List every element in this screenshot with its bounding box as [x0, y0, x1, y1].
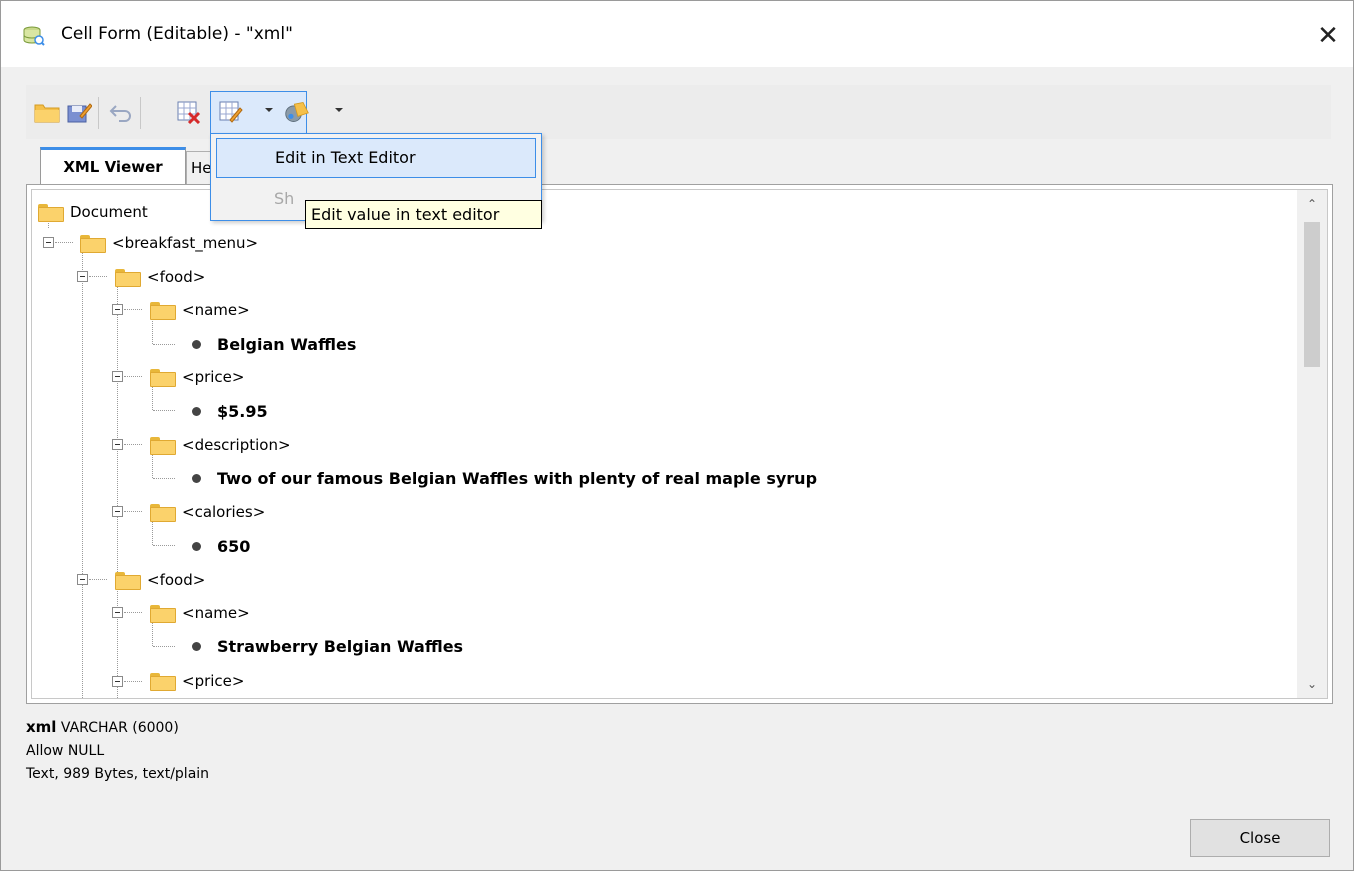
- tree-node-tag[interactable]: <price>: [150, 666, 244, 696]
- collapse-icon[interactable]: [77, 271, 88, 282]
- menu-item-edit-in-text-editor[interactable]: Edit in Text Editor: [216, 138, 536, 178]
- tree-node-tag[interactable]: <food>: [115, 262, 205, 292]
- clear-cell-icon[interactable]: [176, 99, 202, 125]
- tree-node-tag[interactable]: <description>: [150, 430, 291, 460]
- tree-node-label: <calories>: [182, 503, 266, 521]
- tree-node-value-label: Two of our famous Belgian Waffles with p…: [217, 468, 818, 488]
- xml-tree[interactable]: Document <breakfast_menu> <food> <name>: [31, 189, 1328, 699]
- folder-icon: [150, 369, 176, 387]
- window-title: Cell Form (Editable) - "xml": [61, 24, 293, 44]
- title-bar: Cell Form (Editable) - "xml" ✕: [1, 1, 1353, 67]
- scroll-up-icon[interactable]: ⌃: [1297, 190, 1327, 218]
- tree-node-value[interactable]: 650: [190, 531, 250, 561]
- save-icon[interactable]: [66, 99, 92, 125]
- text-node-icon: [192, 339, 201, 349]
- tab-xml-viewer[interactable]: XML Viewer: [40, 147, 186, 185]
- nullability-text: Allow NULL: [26, 743, 105, 759]
- tree-node-tag[interactable]: <calories>: [150, 497, 265, 527]
- folder-icon: [150, 504, 176, 522]
- tree-node-value-label: Belgian Waffles: [217, 334, 357, 354]
- tree-node-label: <price>: [182, 368, 245, 386]
- collapse-icon[interactable]: [112, 439, 123, 450]
- tree-node-label: Document: [70, 203, 148, 221]
- folder-icon: [80, 235, 106, 253]
- tree-node-label: <name>: [182, 604, 250, 622]
- tree-node-tag[interactable]: <name>: [150, 295, 250, 325]
- tree-node-tag[interactable]: <breakfast_menu>: [80, 228, 258, 258]
- toolbar-separator: [98, 97, 99, 129]
- column-info: xml VARCHAR (6000) Allow NULL Text, 989 …: [26, 716, 209, 786]
- tree-node-value[interactable]: Two of our famous Belgian Waffles with p…: [190, 463, 817, 493]
- image-dropdown-arrow-icon[interactable]: [335, 108, 343, 112]
- collapse-icon[interactable]: [77, 574, 88, 585]
- tree-node-value[interactable]: $5.95: [190, 396, 268, 426]
- text-node-icon: [192, 541, 201, 551]
- undo-icon[interactable]: [108, 99, 134, 125]
- edit-cell-icon[interactable]: [218, 99, 244, 125]
- content-info-text: Text, 989 Bytes, text/plain: [26, 766, 210, 782]
- folder-icon: [115, 572, 141, 590]
- database-cell-icon: [23, 26, 45, 46]
- vertical-scrollbar[interactable]: ⌃ ⌄: [1297, 190, 1327, 698]
- tree-node-label: <food>: [147, 268, 206, 286]
- tree-node-value[interactable]: Strawberry Belgian Waffles: [190, 631, 463, 661]
- collapse-icon[interactable]: [112, 676, 123, 687]
- window-close-icon[interactable]: ✕: [1303, 13, 1353, 59]
- text-node-icon: [192, 473, 201, 483]
- collapse-icon[interactable]: [112, 304, 123, 315]
- tree-node-label: <food>: [147, 571, 206, 589]
- scroll-down-icon[interactable]: ⌄: [1297, 670, 1327, 698]
- collapse-icon[interactable]: [112, 371, 123, 382]
- tree-node-value[interactable]: Belgian Waffles: [190, 329, 356, 359]
- load-image-icon[interactable]: [284, 99, 310, 125]
- tree-node-tag[interactable]: <price>: [150, 362, 244, 392]
- tree-node-label: <description>: [182, 436, 291, 454]
- tree-node-label: <breakfast_menu>: [112, 234, 259, 252]
- tree-node-label: <price>: [182, 672, 245, 690]
- close-button[interactable]: Close: [1190, 819, 1330, 857]
- xml-tree-panel: Document <breakfast_menu> <food> <name>: [26, 184, 1333, 704]
- edit-dropdown-arrow-icon[interactable]: [265, 108, 273, 112]
- toolbar: [26, 85, 1331, 139]
- scrollbar-thumb[interactable]: [1304, 222, 1320, 367]
- column-name: xml: [26, 718, 57, 736]
- cell-form-window: Cell Form (Editable) - "xml" ✕ XML Viewe…: [0, 0, 1354, 871]
- tree-node-value-label: 650: [217, 536, 251, 556]
- tooltip: Edit value in text editor: [305, 200, 542, 229]
- tree-node-value-label: Strawberry Belgian Waffles: [217, 636, 464, 656]
- tree-node-label: <name>: [182, 301, 250, 319]
- tree-node-tag[interactable]: <name>: [150, 598, 250, 628]
- collapse-icon[interactable]: [112, 607, 123, 618]
- text-node-icon: [192, 641, 201, 651]
- tree-node-tag[interactable]: <food>: [115, 565, 205, 595]
- folder-icon: [150, 605, 176, 623]
- tree-node-value-label: $5.95: [217, 401, 268, 421]
- text-node-icon: [192, 406, 201, 416]
- tree-node-document[interactable]: Document: [38, 197, 148, 227]
- folder-icon: [115, 269, 141, 287]
- column-type: VARCHAR (6000): [60, 720, 179, 736]
- folder-icon: [150, 437, 176, 455]
- open-folder-icon[interactable]: [34, 99, 60, 125]
- collapse-icon[interactable]: [43, 237, 54, 248]
- collapse-icon[interactable]: [112, 506, 123, 517]
- toolbar-separator: [140, 97, 141, 129]
- folder-icon: [150, 302, 176, 320]
- folder-icon: [150, 673, 176, 691]
- folder-icon: [38, 204, 64, 222]
